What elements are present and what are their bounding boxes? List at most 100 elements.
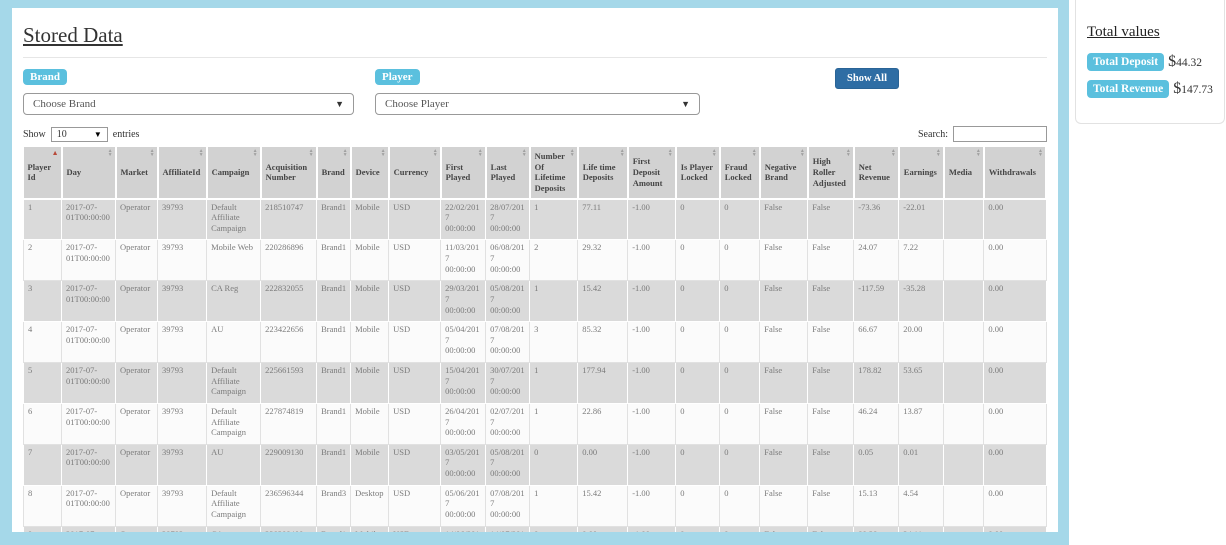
sort-both-icon: ▲▼ bbox=[1038, 150, 1043, 158]
table-cell: False bbox=[808, 281, 854, 322]
brand-filter-group: Brand Choose Brand ▼ bbox=[23, 67, 354, 115]
table-cell: 0.00 bbox=[984, 199, 1046, 240]
table-cell: 8 bbox=[24, 485, 62, 526]
column-header-label: Negative Brand bbox=[765, 162, 797, 183]
app-canvas: Stored Data Brand Choose Brand ▼ Player … bbox=[0, 0, 1226, 545]
column-header-number-of-lifetime-deposits[interactable]: Number Of Lifetime Deposits▲▼ bbox=[530, 147, 578, 199]
table-cell: -1.00 bbox=[628, 485, 676, 526]
table-cell: 0 bbox=[676, 444, 720, 485]
column-header-market[interactable]: Market▲▼ bbox=[116, 147, 158, 199]
table-cell bbox=[944, 403, 984, 444]
column-header-net-revenue[interactable]: Net Revenue▲▼ bbox=[854, 147, 899, 199]
sort-both-icon: ▲▼ bbox=[108, 150, 113, 158]
column-header-negative-brand[interactable]: Negative Brand▲▼ bbox=[760, 147, 808, 199]
total-deposit-value: 44.32 bbox=[1176, 57, 1202, 69]
table-cell: CA Reg bbox=[207, 281, 261, 322]
table-cell: Operator bbox=[116, 403, 158, 444]
column-header-high-roller-adjusted[interactable]: High Roller Adjusted▲▼ bbox=[808, 147, 854, 199]
column-header-currency[interactable]: Currency▲▼ bbox=[389, 147, 441, 199]
table-cell: Brand1 bbox=[317, 281, 351, 322]
sort-ascending-icon: ▲ bbox=[52, 150, 59, 157]
table-cell: 0 bbox=[676, 403, 720, 444]
sort-both-icon: ▲▼ bbox=[253, 150, 258, 158]
column-header-label: Earnings bbox=[904, 167, 937, 177]
table-cell: 229009130 bbox=[261, 444, 317, 485]
column-header-label: Market bbox=[121, 167, 148, 177]
column-header-is-player-locked[interactable]: Is Player Locked▲▼ bbox=[676, 147, 720, 199]
column-header-player-id[interactable]: Player Id▲ bbox=[24, 147, 62, 199]
table-cell: 0 bbox=[720, 444, 760, 485]
table-body: 12017-07-01T00:00:00Operator39793Default… bbox=[24, 199, 1047, 533]
totals-card: Total values Total Deposit $44.32 Total … bbox=[1075, 0, 1225, 124]
table-cell: 28/07/2017 00:00:00 bbox=[486, 199, 530, 240]
table-cell: Brand1 bbox=[317, 240, 351, 281]
table-cell: 2017-07-01T00:00:00 bbox=[62, 322, 116, 363]
table-row: 92017-07-01T00:00:00Operator39793CA23830… bbox=[24, 526, 1047, 532]
column-header-campaign[interactable]: Campaign▲▼ bbox=[207, 147, 261, 199]
sort-both-icon: ▲▼ bbox=[976, 150, 981, 158]
column-header-label: Device bbox=[356, 167, 380, 177]
column-header-label: Day bbox=[67, 167, 82, 177]
table-row: 72017-07-01T00:00:00Operator39793AU22900… bbox=[24, 444, 1047, 485]
table-cell: 0 bbox=[720, 281, 760, 322]
column-header-day[interactable]: Day ▲▼ bbox=[62, 147, 116, 199]
entries-select[interactable]: 10 ▼ bbox=[51, 127, 108, 142]
table-cell: 223422656 bbox=[261, 322, 317, 363]
column-header-affiliateid[interactable]: AffiliateId▲▼ bbox=[158, 147, 207, 199]
table-cell: 0 bbox=[720, 363, 760, 404]
table-cell: 85.32 bbox=[578, 322, 628, 363]
table-cell: 39793 bbox=[158, 281, 207, 322]
column-header-media[interactable]: Media▲▼ bbox=[944, 147, 984, 199]
column-header-last-played[interactable]: Last Played▲▼ bbox=[486, 147, 530, 199]
table-cell: 2017-07-01T00:00:00 bbox=[62, 363, 116, 404]
table-cell: Default Affiliate Campaign bbox=[207, 363, 261, 404]
column-header-first-deposit-amount[interactable]: First Deposit Amount▲▼ bbox=[628, 147, 676, 199]
column-header-label: Fraud Locked bbox=[725, 162, 752, 183]
column-header-acquisition-number[interactable]: Acquisition Number▲▼ bbox=[261, 147, 317, 199]
column-header-fraud-locked[interactable]: Fraud Locked▲▼ bbox=[720, 147, 760, 199]
column-header-device[interactable]: Device▲▼ bbox=[351, 147, 389, 199]
brand-select[interactable]: Choose Brand ▼ bbox=[23, 93, 354, 115]
column-header-label: First Deposit Amount bbox=[633, 156, 663, 187]
table-cell: 39793 bbox=[158, 485, 207, 526]
table-cell: Desktop bbox=[351, 485, 389, 526]
table-cell bbox=[944, 322, 984, 363]
search-label: Search: bbox=[918, 129, 948, 140]
table-cell: 0 bbox=[720, 526, 760, 532]
table-cell: Operator bbox=[116, 322, 158, 363]
search-input[interactable] bbox=[953, 126, 1047, 142]
table-cell: 0.00 bbox=[984, 403, 1046, 444]
table-cell: 20.00 bbox=[899, 322, 944, 363]
table-cell: 29/03/2017 00:00:00 bbox=[441, 281, 486, 322]
table-cell: 80.38 bbox=[854, 526, 899, 532]
table-cell: -1.00 bbox=[628, 281, 676, 322]
show-all-button[interactable]: Show All bbox=[835, 68, 899, 89]
table-cell: Operator bbox=[116, 485, 158, 526]
table-cell: 2017-07-01T00:00:00 bbox=[62, 240, 116, 281]
column-header-first-played[interactable]: First Played▲▼ bbox=[441, 147, 486, 199]
table-cell: 2017-07-01T00:00:00 bbox=[62, 403, 116, 444]
table-cell: 2 bbox=[530, 240, 578, 281]
table-cell: 236596344 bbox=[261, 485, 317, 526]
column-header-earnings[interactable]: Earnings▲▼ bbox=[899, 147, 944, 199]
table-cell: 39793 bbox=[158, 363, 207, 404]
table-cell: 0 bbox=[530, 526, 578, 532]
table-cell: 02/07/2017 00:00:00 bbox=[486, 403, 530, 444]
table-cell: Mobile bbox=[351, 281, 389, 322]
table-cell: 2017-07-01T00:00:00 bbox=[62, 444, 116, 485]
column-header-life-time-deposits[interactable]: Life time Deposits▲▼ bbox=[578, 147, 628, 199]
column-header-withdrawals[interactable]: Withdrawals▲▼ bbox=[984, 147, 1046, 199]
table-cell: 24.07 bbox=[854, 240, 899, 281]
column-header-label: Player Id bbox=[28, 162, 51, 183]
table-cell: 06/08/2017 00:00:00 bbox=[486, 240, 530, 281]
table-cell: -22.01 bbox=[899, 199, 944, 240]
total-deposit-row: Total Deposit $44.32 bbox=[1087, 53, 1213, 71]
table-cell: Brand1 bbox=[317, 363, 351, 404]
player-select[interactable]: Choose Player ▼ bbox=[375, 93, 700, 115]
sort-both-icon: ▲▼ bbox=[846, 150, 851, 158]
table-cell: 5 bbox=[24, 363, 62, 404]
sort-both-icon: ▲▼ bbox=[570, 150, 575, 158]
column-header-brand[interactable]: Brand▲▼ bbox=[317, 147, 351, 199]
table-cell: Default Affiliate Campaign bbox=[207, 199, 261, 240]
table-cell: 22/02/2017 00:00:00 bbox=[441, 199, 486, 240]
